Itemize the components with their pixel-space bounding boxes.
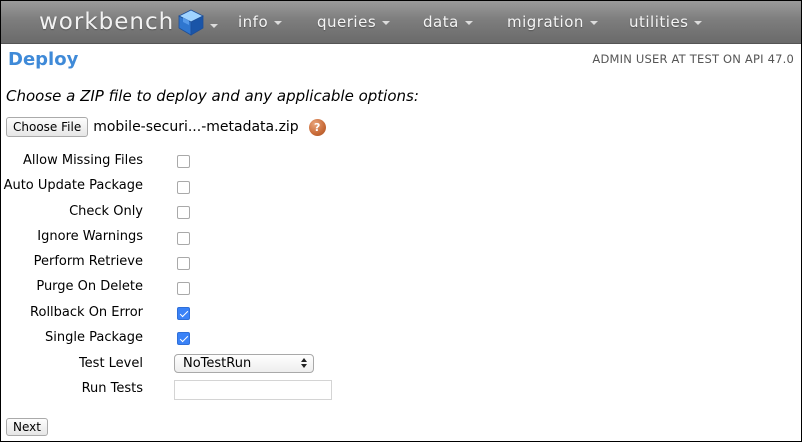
nav-item-label: info — [238, 13, 269, 31]
option-label-perform-retrieve: Perform Retrieve — [33, 254, 143, 269]
checkbox-perform-retrieve[interactable] — [177, 257, 190, 270]
nav-item-info[interactable]: info — [238, 13, 283, 31]
instructions-text: Choose a ZIP file to deploy and any appl… — [6, 87, 419, 105]
checkbox-ignore-warnings[interactable] — [177, 232, 190, 245]
nav-item-label: migration — [507, 13, 584, 31]
file-picker-row: Choose File mobile-securi...-metadata.zi… — [6, 117, 326, 137]
test-level-label: Test Level — [78, 356, 143, 371]
chevron-down-icon — [274, 20, 283, 25]
chevron-down-icon — [210, 24, 219, 28]
chevron-down-icon — [464, 20, 473, 25]
nav-item-queries[interactable]: queries — [317, 13, 391, 31]
checkbox-single-package[interactable] — [177, 332, 190, 345]
chevron-down-icon — [694, 20, 703, 25]
checkbox-purge-on-delete[interactable] — [177, 282, 190, 295]
top-nav-bar: workbench info queries data migration ut… — [1, 1, 801, 44]
chevron-down-icon — [589, 20, 598, 25]
option-label-auto-update-package: Auto Update Package — [3, 178, 143, 193]
option-label-check-only: Check Only — [69, 204, 143, 219]
nav-item-utilities[interactable]: utilities — [629, 13, 703, 31]
option-label-single-package: Single Package — [45, 330, 143, 345]
checkbox-check-only[interactable] — [177, 206, 190, 219]
run-tests-input[interactable] — [174, 380, 332, 400]
next-button[interactable]: Next — [6, 418, 48, 436]
brand-name: workbench — [39, 9, 175, 35]
selected-file-name: mobile-securi...-metadata.zip — [93, 119, 299, 135]
run-tests-label: Run Tests — [81, 381, 143, 396]
test-level-select[interactable]: NoTestRun — [174, 354, 314, 373]
select-arrows-icon — [301, 357, 309, 370]
nav-item-migration[interactable]: migration — [507, 13, 598, 31]
nav-item-label: data — [423, 13, 459, 31]
nav-item-label: queries — [317, 13, 377, 31]
cube-logo-icon — [178, 9, 205, 36]
user-info: ADMIN USER AT TEST ON API 47.0 — [592, 52, 794, 66]
choose-file-button[interactable]: Choose File — [6, 117, 89, 137]
deploy-page: workbench info queries data migration ut… — [0, 0, 802, 442]
page-title: Deploy — [8, 49, 79, 70]
test-level-selected-value: NoTestRun — [183, 356, 252, 371]
option-label-allow-missing-files: Allow Missing Files — [23, 153, 143, 168]
checkbox-auto-update-package[interactable] — [177, 181, 190, 194]
option-label-rollback-on-error: Rollback On Error — [30, 305, 143, 320]
help-icon[interactable]: ? — [308, 118, 326, 136]
nav-item-label: utilities — [629, 13, 689, 31]
checkbox-rollback-on-error[interactable] — [177, 307, 190, 320]
chevron-down-icon — [382, 20, 391, 25]
nav-item-data[interactable]: data — [423, 13, 473, 31]
option-label-purge-on-delete: Purge On Delete — [36, 279, 143, 294]
checkbox-allow-missing-files[interactable] — [177, 155, 190, 168]
brand-menu[interactable]: workbench — [39, 7, 219, 37]
option-label-ignore-warnings: Ignore Warnings — [37, 229, 143, 244]
